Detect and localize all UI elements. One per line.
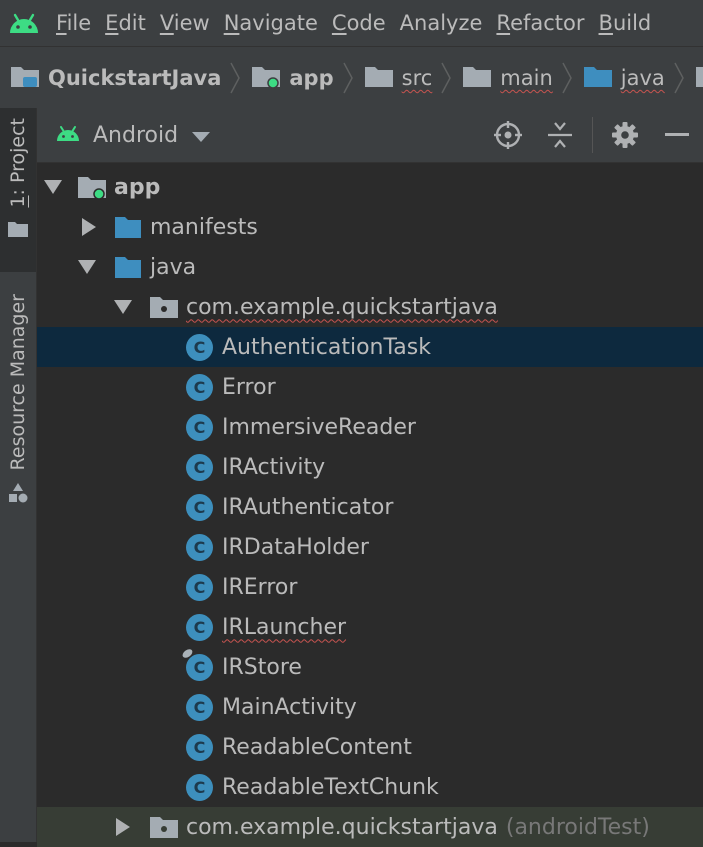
tree-node-java[interactable]: java (37, 247, 703, 287)
class-icon: C (186, 447, 213, 487)
collapsed-arrow-icon[interactable] (113, 817, 133, 837)
collapse-all-icon[interactable] (534, 108, 586, 162)
breadcrumb-app[interactable]: app (241, 60, 353, 96)
tool-window-tab-project[interactable]: 1: Project (0, 108, 36, 272)
class-icon: C (186, 607, 213, 647)
tree-node-class[interactable]: C IRStore (37, 646, 703, 687)
expanded-arrow-icon[interactable] (113, 297, 133, 317)
menu-analyze[interactable]: Analyze (400, 11, 483, 35)
pin-icon (180, 646, 195, 660)
tree-node-class[interactable]: C ReadableTextChunk (37, 767, 703, 807)
class-icon: C (186, 527, 213, 567)
project-panel-header: Android (37, 108, 703, 163)
gear-icon[interactable] (599, 108, 651, 162)
resource-manager-tab-label: Resource Manager (7, 294, 29, 471)
tree-node-manifests[interactable]: manifests (37, 207, 703, 247)
tree-node-class[interactable]: C IRDataHolder (37, 527, 703, 567)
android-icon (55, 123, 81, 148)
menu-refactor[interactable]: Refactor (496, 11, 584, 35)
tree-node-class[interactable]: C IRActivity (37, 447, 703, 487)
tree-node-test-package[interactable]: com.example.quickstartjava (androidTest) (37, 807, 703, 847)
tree-node-app[interactable]: app (37, 167, 703, 207)
menu-file[interactable]: File (56, 11, 91, 35)
folder-icon (364, 63, 394, 94)
tool-window-tab-resource-manager[interactable]: Resource Manager (0, 294, 36, 524)
class-icon: C (186, 687, 213, 727)
chevron-down-icon (192, 123, 211, 148)
toolbar-separator (592, 117, 593, 153)
package-icon (149, 287, 179, 327)
class-icon: C (186, 327, 213, 367)
android-logo-icon (0, 0, 48, 46)
project-tab-label: 1: Project (7, 118, 29, 208)
project-tree: app manifests java com.example.quickstar… (37, 163, 703, 847)
left-tool-stripe: 1: Project Resource Manager (0, 108, 37, 842)
tree-node-class[interactable]: C IRAuthenticator (37, 487, 703, 527)
breadcrumb-com[interactable]: com (685, 63, 703, 94)
menu-view[interactable]: View (160, 11, 210, 35)
tree-node-class[interactable]: C ReadableContent (37, 727, 703, 767)
class-icon: C (180, 646, 213, 687)
class-icon: C (186, 367, 213, 407)
tree-node-class[interactable]: C IRError (37, 567, 703, 607)
tree-node-class[interactable]: C AuthenticationTask (37, 327, 703, 367)
view-mode-label: Android (93, 122, 179, 148)
tree-node-class[interactable]: C ImmersiveReader (37, 407, 703, 447)
breadcrumb-java[interactable]: java (573, 60, 685, 96)
tree-node-class[interactable]: C Error (37, 367, 703, 407)
menu-build[interactable]: Build (599, 11, 652, 35)
hide-icon[interactable] (651, 108, 703, 162)
navigation-breadcrumb: QuickstartJava app src main java (0, 46, 703, 110)
menu-code[interactable]: Code (332, 11, 386, 35)
source-folder-icon (114, 247, 142, 287)
expanded-arrow-icon[interactable] (77, 257, 97, 277)
tree-node-package[interactable]: com.example.quickstartjava (37, 287, 703, 327)
chevron-right-icon (561, 60, 573, 96)
folder-icon (114, 207, 142, 247)
module-folder-icon (77, 167, 107, 207)
chevron-right-icon (342, 60, 354, 96)
class-icon: C (186, 727, 213, 767)
collapsed-arrow-icon[interactable] (79, 217, 99, 237)
menu-bar: File Edit View Navigate Code Analyze Ref… (0, 0, 703, 46)
tree-node-class[interactable]: C MainActivity (37, 687, 703, 727)
breadcrumb-project[interactable]: QuickstartJava (0, 60, 241, 96)
shapes-icon (7, 482, 29, 508)
folder-icon (462, 63, 492, 94)
chevron-right-icon (229, 60, 241, 96)
class-icon: C (186, 567, 213, 607)
locate-icon[interactable] (482, 108, 534, 162)
class-icon: C (186, 487, 213, 527)
tree-node-class[interactable]: C IRLauncher (37, 607, 703, 647)
breadcrumb-main[interactable]: main (452, 60, 572, 96)
menu-edit[interactable]: Edit (105, 11, 146, 35)
package-icon (149, 807, 179, 847)
folder-icon (7, 220, 29, 242)
project-view-selector[interactable]: Android (55, 122, 211, 148)
breadcrumb-src[interactable]: src (354, 60, 453, 96)
module-folder-icon (251, 63, 281, 94)
project-folder-icon (10, 63, 40, 94)
chevron-right-icon (673, 60, 685, 96)
menu-navigate[interactable]: Navigate (224, 11, 318, 35)
package-icon (695, 63, 703, 94)
chevron-right-icon (440, 60, 452, 96)
class-icon: C (186, 407, 213, 447)
expanded-arrow-icon[interactable] (43, 177, 63, 197)
source-folder-icon (583, 63, 613, 94)
class-icon: C (186, 767, 213, 807)
